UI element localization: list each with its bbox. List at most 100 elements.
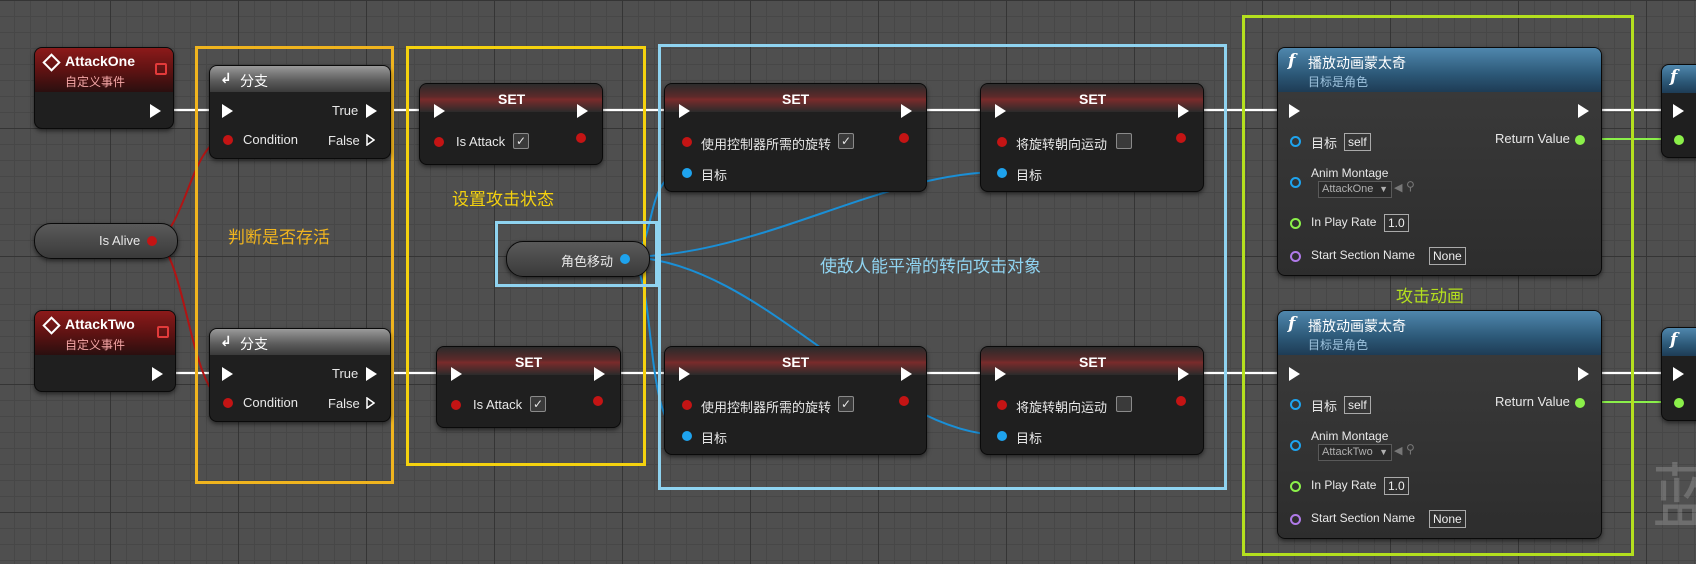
chevron-down-icon: ▼	[1379, 184, 1388, 194]
return-value-pin[interactable]	[1575, 398, 1585, 408]
anim-montage-value: AttackTwo	[1322, 446, 1373, 458]
bool-in-pin[interactable]	[434, 137, 444, 147]
bool-in-pin[interactable]	[997, 400, 1007, 410]
float-in-pin[interactable]	[1674, 398, 1684, 408]
orient-rotation-checkbox[interactable]	[1116, 133, 1132, 149]
branch-node-2[interactable]: ↲ 分支 True Condition False	[209, 328, 391, 422]
bool-in-pin[interactable]	[997, 137, 1007, 147]
exec-in-pin[interactable]	[222, 104, 233, 118]
exec-in-pin[interactable]	[995, 367, 1006, 381]
bool-in-pin[interactable]	[682, 137, 692, 147]
search-icon[interactable]: ⚲	[1406, 179, 1415, 193]
bool-out-pin[interactable]	[1176, 133, 1186, 143]
anim-montage-pin[interactable]	[1290, 440, 1301, 451]
exec-in-pin[interactable]	[451, 367, 462, 381]
anim-montage-pin[interactable]	[1290, 177, 1301, 188]
condition-pin[interactable]	[223, 135, 233, 145]
object-out-pin[interactable]	[620, 254, 630, 264]
exec-out-pin[interactable]	[594, 367, 605, 381]
set-node-orient-rotation-2[interactable]: SET 将旋转朝向运动 目标	[980, 346, 1204, 455]
bool-in-pin[interactable]	[451, 400, 461, 410]
delegate-pin-icon[interactable]	[157, 326, 169, 338]
play-montage-node-1[interactable]: f 播放动画蒙太奇 目标是角色 目标 self Return Value Ani…	[1277, 47, 1602, 276]
exec-out-pin[interactable]	[901, 367, 912, 381]
anim-montage-dropdown[interactable]: AttackOne ▼	[1318, 181, 1392, 198]
anim-montage-label: Anim Montage	[1311, 429, 1389, 443]
target-pin[interactable]	[682, 168, 692, 178]
bool-out-pin[interactable]	[593, 396, 603, 406]
return-value-pin[interactable]	[1575, 135, 1585, 145]
play-rate-pin[interactable]	[1290, 218, 1301, 229]
set-node-orient-rotation-1[interactable]: SET 将旋转朝向运动 目标	[980, 83, 1204, 192]
exec-out-pin[interactable]	[1578, 367, 1589, 381]
exec-in-pin[interactable]	[1289, 367, 1300, 381]
exec-in-pin[interactable]	[995, 104, 1006, 118]
exec-true-pin[interactable]	[366, 367, 377, 381]
exec-true-pin[interactable]	[366, 104, 377, 118]
exec-in-pin[interactable]	[1289, 104, 1300, 118]
exec-out-pin[interactable]	[150, 104, 161, 118]
event-node-attack-one[interactable]: AttackOne 自定义事件	[34, 47, 174, 129]
exec-out-pin[interactable]	[1178, 367, 1189, 381]
target-value[interactable]: self	[1344, 396, 1371, 414]
bool-out-pin[interactable]	[899, 133, 909, 143]
browse-arrow-icon[interactable]: ◀	[1394, 444, 1402, 457]
exec-false-pin[interactable]	[366, 397, 375, 409]
exec-in-pin[interactable]	[434, 104, 445, 118]
exec-out-pin[interactable]	[1578, 104, 1589, 118]
comment-label-anim: 攻击动画	[1396, 287, 1464, 306]
set-node-use-controller-rotation-2[interactable]: SET 使用控制器所需的旋转 ✓ 目标	[664, 346, 927, 455]
orient-rotation-checkbox[interactable]	[1116, 396, 1132, 412]
set-node-is-attack-2[interactable]: SET Is Attack ✓	[436, 346, 621, 428]
event-node-attack-two[interactable]: AttackTwo 自定义事件	[34, 310, 176, 392]
exec-in-pin[interactable]	[679, 367, 690, 381]
play-rate-pin[interactable]	[1290, 481, 1301, 492]
target-pin[interactable]	[997, 168, 1007, 178]
event-subtitle: 自定义事件	[65, 338, 126, 352]
exec-in-pin[interactable]	[1673, 104, 1684, 118]
partial-function-node-1[interactable]: f	[1661, 64, 1696, 158]
exec-false-pin[interactable]	[366, 134, 375, 146]
browse-arrow-icon[interactable]: ◀	[1394, 181, 1402, 194]
delegate-pin-icon[interactable]	[155, 63, 167, 75]
condition-pin[interactable]	[223, 398, 233, 408]
exec-out-pin[interactable]	[1178, 104, 1189, 118]
bool-out-pin[interactable]	[576, 133, 586, 143]
getter-node-character-movement[interactable]: 角色移动	[506, 241, 650, 277]
play-rate-value[interactable]: 1.0	[1384, 477, 1409, 495]
play-rate-value[interactable]: 1.0	[1384, 214, 1409, 232]
exec-out-pin[interactable]	[577, 104, 588, 118]
set-node-use-controller-rotation-1[interactable]: SET 使用控制器所需的旋转 ✓ 目标	[664, 83, 927, 192]
bool-in-pin[interactable]	[682, 400, 692, 410]
getter-label: Is Alive	[99, 233, 141, 248]
use-controller-rotation-checkbox[interactable]: ✓	[838, 396, 854, 412]
exec-in-pin[interactable]	[222, 367, 233, 381]
bool-out-pin[interactable]	[1176, 396, 1186, 406]
start-section-value[interactable]: None	[1429, 247, 1466, 265]
exec-out-pin[interactable]	[152, 367, 163, 381]
target-value[interactable]: self	[1344, 133, 1371, 151]
start-section-pin[interactable]	[1290, 251, 1301, 262]
float-in-pin[interactable]	[1674, 135, 1684, 145]
exec-in-pin[interactable]	[1673, 367, 1684, 381]
exec-out-pin[interactable]	[901, 104, 912, 118]
target-pin[interactable]	[1290, 399, 1301, 410]
target-pin[interactable]	[682, 431, 692, 441]
getter-node-is-alive[interactable]: Is Alive	[34, 223, 178, 259]
target-pin[interactable]	[997, 431, 1007, 441]
use-controller-rotation-checkbox[interactable]: ✓	[838, 133, 854, 149]
is-attack-checkbox[interactable]: ✓	[530, 396, 546, 412]
partial-function-node-2[interactable]: f	[1661, 327, 1696, 421]
bool-out-pin[interactable]	[899, 396, 909, 406]
anim-montage-dropdown[interactable]: AttackTwo ▼	[1318, 444, 1392, 461]
bool-out-pin[interactable]	[147, 236, 157, 246]
play-montage-node-2[interactable]: f 播放动画蒙太奇 目标是角色 目标 self Return Value Ani…	[1277, 310, 1602, 539]
set-node-is-attack-1[interactable]: SET Is Attack ✓	[419, 83, 603, 165]
search-icon[interactable]: ⚲	[1406, 442, 1415, 456]
target-pin[interactable]	[1290, 136, 1301, 147]
exec-in-pin[interactable]	[679, 104, 690, 118]
branch-node-1[interactable]: ↲ 分支 True Condition False	[209, 65, 391, 159]
is-attack-checkbox[interactable]: ✓	[513, 133, 529, 149]
start-section-pin[interactable]	[1290, 514, 1301, 525]
start-section-value[interactable]: None	[1429, 510, 1466, 528]
